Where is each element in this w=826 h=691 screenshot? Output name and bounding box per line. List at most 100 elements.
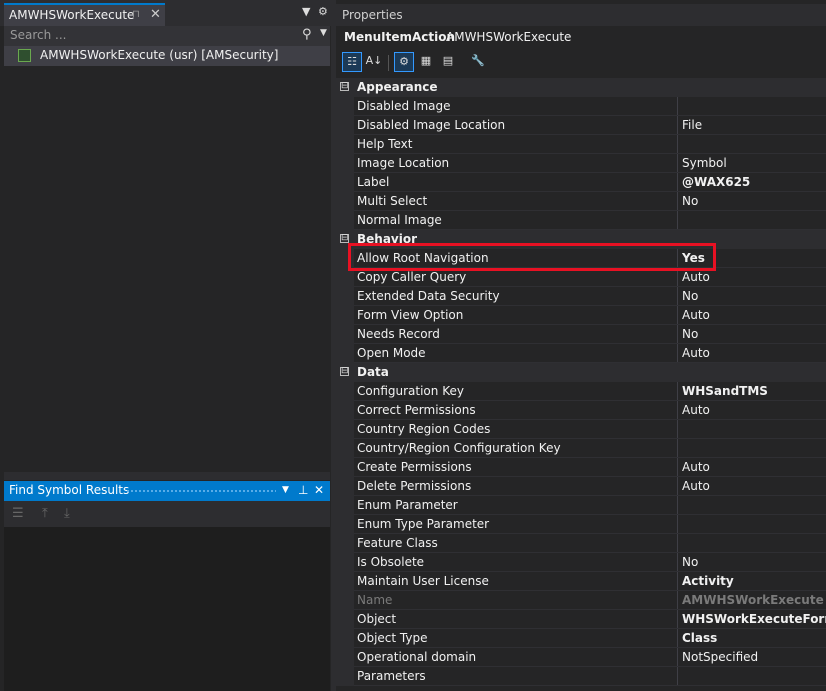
property-value[interactable]: No [682,289,698,303]
tree-item-label: AMWHSWorkExecute (usr) [AMSecurity] [40,48,279,62]
column-divider [677,154,678,173]
alphabetical-icon[interactable]: A↓ [364,52,384,72]
property-name: Help Text [357,137,413,151]
list-icon[interactable]: ☰ [12,506,24,521]
events-icon[interactable]: ▦ [416,52,436,72]
property-value[interactable]: Activity [682,574,734,588]
category-appearance[interactable]: ⊟ Appearance [336,78,826,97]
category-label: Data [357,365,389,379]
property-row-help-text[interactable]: Help Text [336,135,826,154]
property-row-enum-type-parameter[interactable]: Enum Type Parameter [336,515,826,534]
categorized-icon[interactable]: ☷ [342,52,362,72]
search-options-icon[interactable]: ▼ [320,28,327,38]
collapse-icon[interactable]: ⊟ [340,82,349,91]
column-divider [677,344,678,363]
pin-icon[interactable]: ⊥ [298,483,308,497]
gutter [336,439,354,458]
property-value[interactable]: Class [682,631,717,645]
property-value[interactable]: AMWHSWorkExecute [682,593,824,607]
property-value[interactable]: No [682,194,698,208]
property-name: Name [357,593,393,607]
close-icon[interactable]: ✕ [150,7,161,22]
property-value[interactable]: WHSandTMS [682,384,768,398]
move-down-icon[interactable]: ⤓ [64,506,70,521]
column-divider [677,401,678,420]
property-row-create-permissions[interactable]: Create Permissions Auto [336,458,826,477]
menu-item-icon [18,49,31,62]
property-value[interactable]: File [682,118,702,132]
properties-icon[interactable]: ⚙ [394,52,414,72]
gutter [336,344,354,363]
property-row-country-region-codes[interactable]: Country Region Codes [336,420,826,439]
dropdown-arrow-icon[interactable]: ▼ [282,485,289,495]
close-icon[interactable]: ✕ [314,483,324,497]
property-name: Needs Record [357,327,440,341]
property-row-needs-record[interactable]: Needs Record No [336,325,826,344]
property-row-operational-domain[interactable]: Operational domain NotSpecified [336,648,826,667]
property-row-open-mode[interactable]: Open Mode Auto [336,344,826,363]
property-row-image-location[interactable]: Image Location Symbol [336,154,826,173]
property-row-disabled-image-location[interactable]: Disabled Image Location File [336,116,826,135]
property-row-enum-parameter[interactable]: Enum Parameter [336,496,826,515]
property-value[interactable]: Auto [682,479,710,493]
property-row-label[interactable]: Label @WAX625 [336,173,826,192]
property-row-maintain-user-license[interactable]: Maintain User License Activity [336,572,826,591]
gutter [336,287,354,306]
property-name: Feature Class [357,536,438,550]
property-value[interactable]: Auto [682,460,710,474]
category-data[interactable]: ⊟ Data [336,363,826,382]
property-row-normal-image[interactable]: Normal Image [336,211,826,230]
property-row-correct-permissions[interactable]: Correct Permissions Auto [336,401,826,420]
property-row-delete-permissions[interactable]: Delete Permissions Auto [336,477,826,496]
tab-amwhsworkexecute[interactable]: AMWHSWorkExecute ⊓ ✕ [4,3,165,26]
property-value[interactable]: Auto [682,308,710,322]
collapse-icon[interactable]: ⊟ [340,367,349,376]
property-value[interactable]: Auto [682,346,710,360]
property-name: Disabled Image [357,99,451,113]
collapse-icon[interactable]: ⊟ [340,234,349,243]
property-value[interactable]: No [682,327,698,341]
property-row-configuration-key[interactable]: Configuration Key WHSandTMS [336,382,826,401]
property-value[interactable]: NotSpecified [682,650,758,664]
column-divider [677,534,678,553]
move-up-icon[interactable]: ⤒ [42,506,48,521]
pin-icon[interactable]: ⊓ [132,9,140,20]
property-value[interactable]: @WAX625 [682,175,750,189]
property-value[interactable]: WHSWorkExecuteForm [682,612,826,626]
property-value[interactable]: Auto [682,270,710,284]
property-row-name[interactable]: Name AMWHSWorkExecute [336,591,826,610]
property-row-disabled-image[interactable]: Disabled Image [336,97,826,116]
gear-icon[interactable]: ⚙ [318,5,328,18]
property-row-extended-data-security[interactable]: Extended Data Security No [336,287,826,306]
tree-item[interactable]: AMWHSWorkExecute (usr) [AMSecurity] [4,46,330,66]
property-row-multi-select[interactable]: Multi Select No [336,192,826,211]
property-value[interactable]: No [682,555,698,569]
gutter [336,211,354,230]
property-row-feature-class[interactable]: Feature Class [336,534,826,553]
dropdown-arrow-icon[interactable]: ▼ [302,5,310,18]
find-symbol-results-titlebar[interactable]: Find Symbol Results ▼ ⊥ ✕ [4,481,330,501]
highlight-annotation [348,243,716,271]
column-divider [677,420,678,439]
wrench-icon[interactable]: 🔧 [468,52,488,72]
property-value[interactable]: Auto [682,403,710,417]
category-label: Appearance [357,80,438,94]
property-row-form-view-option[interactable]: Form View Option Auto [336,306,826,325]
property-name: Multi Select [357,194,428,208]
search-input[interactable]: Search ... ⚲ ▼ [4,26,330,46]
tree-view: AMWHSWorkExecute (usr) [AMSecurity] [4,46,330,472]
property-row-country-region-configuration-key[interactable]: Country/Region Configuration Key [336,439,826,458]
property-row-object-type[interactable]: Object Type Class [336,629,826,648]
property-value[interactable]: Symbol [682,156,727,170]
column-divider [677,515,678,534]
property-row-object[interactable]: Object WHSWorkExecuteForm [336,610,826,629]
property-row-parameters[interactable]: Parameters [336,667,826,686]
gutter [336,534,354,553]
splitter[interactable] [4,472,330,480]
column-divider [677,648,678,667]
property-row-is-obsolete[interactable]: Is Obsolete No [336,553,826,572]
drag-grip[interactable] [126,489,276,493]
property-name: Is Obsolete [357,555,425,569]
property-pages-icon[interactable]: ▤ [438,52,458,72]
search-icon[interactable]: ⚲ [302,27,312,42]
